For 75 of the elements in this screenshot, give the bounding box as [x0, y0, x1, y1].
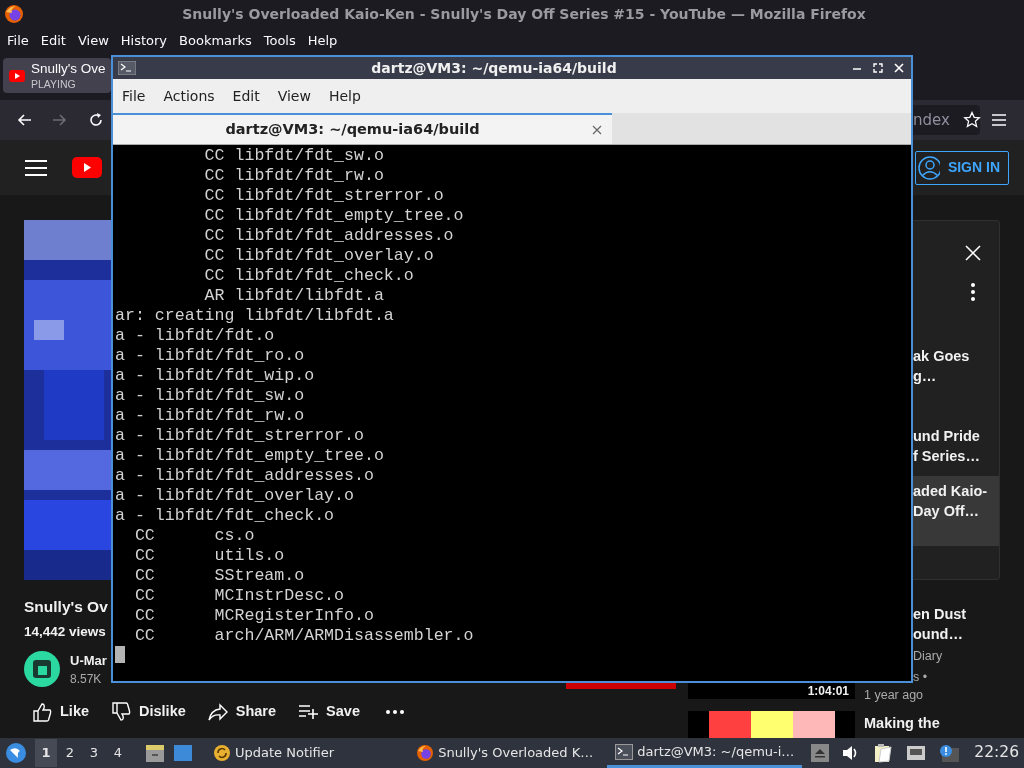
duration-label: 1:04:01	[807, 684, 849, 698]
share-icon	[207, 702, 228, 723]
taskbar-button[interactable]: dartz@VM3: ~/qemu-i…	[607, 738, 803, 768]
youtube-icon	[9, 69, 25, 82]
start-menu-icon[interactable]	[5, 742, 27, 764]
video-title[interactable]: ound…	[913, 624, 963, 644]
notification-icon[interactable]	[939, 744, 960, 762]
more-icon[interactable]	[971, 283, 975, 301]
workspace-button[interactable]: 4	[107, 739, 129, 767]
menu-item[interactable]: Help	[319, 85, 370, 107]
menu-item[interactable]: File	[113, 85, 155, 107]
terminal-icon	[615, 742, 634, 761]
tab-status: PLAYING	[31, 78, 77, 89]
menu-item[interactable]: Help	[307, 31, 338, 51]
menu-item[interactable]: History	[120, 31, 168, 51]
browser-tab[interactable]: Snully's Ove PLAYING	[3, 58, 111, 93]
menu-item[interactable]: Actions	[154, 85, 224, 107]
star-icon[interactable]	[962, 111, 981, 129]
sign-in-button[interactable]: SIGN IN	[914, 150, 1009, 185]
playlist-item[interactable]: aded Kaio- Day Off…	[913, 476, 999, 546]
save-button[interactable]: Save	[298, 701, 360, 724]
menu-item[interactable]: Edit	[40, 31, 66, 51]
clipboard-icon[interactable]	[873, 743, 894, 763]
taskbar-button[interactable]: Update Notifier	[205, 738, 343, 768]
subscriber-count: 8.57K	[70, 671, 102, 688]
window-title: dartz@VM3: ~/qemu-ia64/build	[371, 59, 617, 76]
workspace-button[interactable]: 3	[83, 739, 105, 767]
menu-item[interactable]: View	[77, 31, 109, 51]
channel-name[interactable]: U-Mar	[70, 651, 107, 672]
address-bar[interactable]: ndex	[913, 105, 980, 135]
video-title[interactable]: Making the	[864, 713, 940, 733]
firefox-icon	[416, 744, 435, 762]
menu-item[interactable]: File	[7, 31, 29, 51]
workspace-button[interactable]: 1	[35, 739, 57, 767]
like-icon	[32, 702, 52, 723]
youtube-logo-icon[interactable]	[72, 157, 102, 178]
video-meta: s •	[913, 669, 928, 686]
menu-item[interactable]: Tools	[263, 31, 296, 51]
text-cursor	[115, 646, 125, 663]
window-icon[interactable]	[173, 744, 193, 762]
video-title[interactable]: en Dust	[913, 604, 967, 624]
like-button[interactable]: Like	[32, 701, 89, 724]
terminal-icon	[118, 61, 136, 75]
taskbar-button[interactable]: Snully's Overloaded K…	[408, 738, 602, 768]
network-icon[interactable]	[906, 744, 927, 762]
tab-title: Snully's Ove	[31, 62, 106, 76]
video-title: Snully's Ov	[24, 597, 108, 617]
video-thumbnail[interactable]: 1:04:01	[688, 683, 855, 699]
dislike-icon	[111, 702, 131, 723]
user-icon	[917, 155, 940, 180]
playlist-item[interactable]: ak Goes g…	[913, 316, 999, 396]
menu-item[interactable]: Edit	[223, 85, 269, 107]
menu-item[interactable]: View	[268, 85, 320, 107]
menu-icon[interactable]	[991, 113, 1007, 127]
clock[interactable]: 22:26	[974, 741, 1019, 765]
upload-age: 1 year ago	[864, 687, 924, 703]
workspace-button[interactable]: 2	[59, 739, 81, 767]
avatar-icon[interactable]	[24, 651, 60, 688]
eject-icon[interactable]	[811, 744, 830, 762]
window-title: Snully's Overloaded Kaio-Ken - Snully's Day Off Series #15 - YouTube — Mozilla Firefox	[182, 5, 866, 22]
reload-icon[interactable]	[88, 112, 104, 128]
channel-name: Diary	[913, 648, 943, 665]
firefox-icon	[4, 4, 24, 24]
more-icon[interactable]	[385, 710, 404, 715]
playlist-item[interactable]: und Pride f Series…	[913, 396, 999, 476]
terminal-tab[interactable]: dartz@VM3: ~/qemu-ia64/build	[113, 113, 612, 144]
back-icon[interactable]	[16, 112, 32, 128]
menu-icon[interactable]	[25, 159, 47, 176]
menu-item[interactable]: Bookmarks	[179, 31, 252, 51]
dislike-button[interactable]: Dislike	[111, 701, 186, 724]
update-icon	[213, 744, 231, 762]
share-button[interactable]: Share	[207, 701, 277, 724]
view-count: 14,442 views	[24, 623, 106, 641]
maximize-icon[interactable]	[873, 63, 883, 73]
file-cabinet-icon[interactable]	[145, 743, 165, 763]
